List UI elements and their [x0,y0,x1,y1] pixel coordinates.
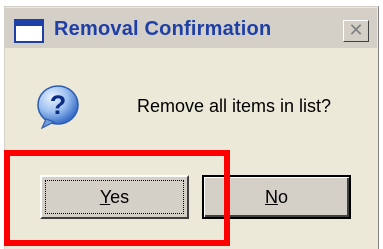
close-button[interactable]: ✕ [343,20,369,42]
app-window-icon [14,19,44,43]
yes-label-rest: es [110,187,130,207]
dialog-message: Remove all items in list? [137,96,332,116]
screenshot: Removal Confirmation ✕ ? Remove all item… [0,0,383,249]
window-title: Removal Confirmation [54,18,272,40]
no-label-rest: o [277,187,288,207]
yes-button[interactable]: Yes [40,175,189,219]
svg-text:?: ? [50,90,67,120]
yes-mnemonic: Y [99,187,111,207]
question-icon: ? [37,85,79,129]
no-button[interactable]: No [202,175,351,219]
no-mnemonic: N [264,187,278,207]
